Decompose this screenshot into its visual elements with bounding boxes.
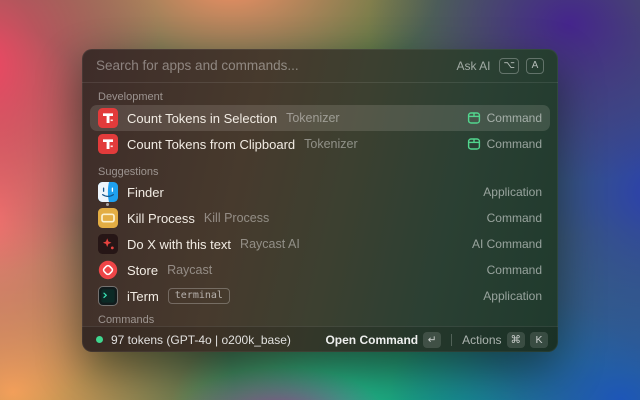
actions-button[interactable]: Actions ⌘ K bbox=[462, 332, 548, 348]
raycast-ai-icon bbox=[98, 234, 118, 254]
item-title: Kill Process bbox=[127, 211, 195, 226]
item-title: Count Tokens in Selection bbox=[127, 111, 277, 126]
item-subtitle: Tokenizer bbox=[286, 111, 340, 125]
item-accessory-label: Command bbox=[487, 137, 542, 151]
item-accessory-label: Command bbox=[487, 111, 542, 125]
a-key-hint: A bbox=[526, 58, 544, 74]
running-indicator bbox=[106, 203, 109, 206]
item-title: iTerm bbox=[127, 289, 159, 304]
finder-icon bbox=[98, 182, 118, 202]
item-title: Finder bbox=[127, 185, 164, 200]
option-key-hint: ⌥ bbox=[499, 58, 519, 74]
item-accessory-label: Application bbox=[483, 289, 542, 303]
command-icon bbox=[467, 137, 481, 151]
item-accessory-label: Command bbox=[487, 211, 542, 225]
list-item-finder[interactable]: Finder Application bbox=[90, 179, 550, 205]
footer-divider bbox=[451, 334, 452, 346]
k-key-hint: K bbox=[530, 332, 548, 348]
tokenizer-icon bbox=[98, 134, 118, 154]
raycast-window: Ask AI ⌥ A Development Count Tokens in S… bbox=[82, 49, 558, 352]
list-item-iterm[interactable]: iTerm terminal Application bbox=[90, 283, 550, 309]
open-command-button[interactable]: Open Command ↵ bbox=[325, 332, 441, 348]
token-count-status: 97 tokens (GPT-4o | o200k_base) bbox=[111, 333, 291, 347]
search-bar: Ask AI ⌥ A bbox=[82, 49, 558, 83]
list-item-kill-process[interactable]: Kill Process Kill Process Command bbox=[90, 205, 550, 231]
action-bar: 97 tokens (GPT-4o | o200k_base) Open Com… bbox=[82, 326, 558, 352]
ask-ai-button[interactable]: Ask AI bbox=[456, 59, 490, 73]
list-item-store[interactable]: Store Raycast Command bbox=[90, 257, 550, 283]
item-accessory-label: AI Command bbox=[472, 237, 542, 251]
section-header-commands: Commands bbox=[90, 309, 550, 325]
desktop-background: Ask AI ⌥ A Development Count Tokens in S… bbox=[0, 0, 640, 400]
return-key-hint: ↵ bbox=[423, 332, 441, 348]
item-subtitle: Raycast bbox=[167, 263, 212, 277]
section-header-suggestions: Suggestions bbox=[90, 157, 550, 179]
results-list: Development Count Tokens in Selection To… bbox=[82, 83, 558, 325]
item-tag: terminal bbox=[168, 288, 230, 304]
command-key-hint: ⌘ bbox=[507, 332, 526, 348]
item-accessory-label: Command bbox=[487, 263, 542, 277]
section-header-development: Development bbox=[90, 87, 550, 105]
command-icon bbox=[467, 111, 481, 125]
kill-process-icon bbox=[98, 208, 118, 228]
list-item-count-tokens-in-selection[interactable]: Count Tokens in Selection Tokenizer Comm… bbox=[90, 105, 550, 131]
tokenizer-icon bbox=[98, 108, 118, 128]
actions-label: Actions bbox=[462, 333, 501, 347]
list-item-count-tokens-from-clipboard[interactable]: Count Tokens from Clipboard Tokenizer Co… bbox=[90, 131, 550, 157]
item-title: Store bbox=[127, 263, 158, 278]
item-subtitle: Raycast AI bbox=[240, 237, 300, 251]
iterm-icon bbox=[98, 286, 118, 306]
open-command-label: Open Command bbox=[325, 333, 418, 347]
list-item-do-x-with-this-text[interactable]: Do X with this text Raycast AI AI Comman… bbox=[90, 231, 550, 257]
status-dot-icon bbox=[96, 336, 103, 343]
raycast-store-icon bbox=[98, 260, 118, 280]
item-title: Do X with this text bbox=[127, 237, 231, 252]
item-title: Count Tokens from Clipboard bbox=[127, 137, 295, 152]
item-subtitle: Tokenizer bbox=[304, 137, 358, 151]
search-input[interactable] bbox=[96, 58, 449, 73]
item-accessory-label: Application bbox=[483, 185, 542, 199]
item-subtitle: Kill Process bbox=[204, 211, 269, 225]
